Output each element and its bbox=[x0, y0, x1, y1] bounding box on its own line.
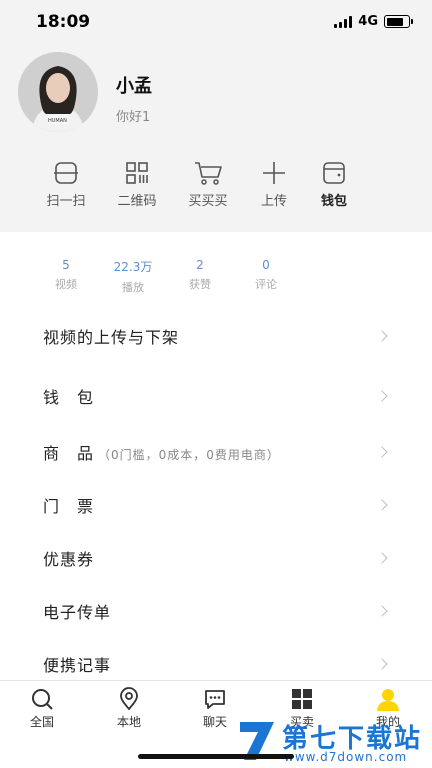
scan-icon bbox=[54, 162, 78, 184]
chevron-right-icon bbox=[376, 390, 388, 402]
quick-action-label: 买买买 bbox=[188, 194, 228, 209]
username[interactable]: 小孟 bbox=[116, 72, 152, 98]
menu-item-wallet[interactable]: 钱 包 bbox=[0, 370, 432, 422]
menu-item-tickets[interactable]: 门 票 bbox=[0, 479, 432, 531]
watermark-url: www.d7down.com bbox=[284, 750, 408, 764]
profile-header: HUMAN 小孟 你好1 扫一扫 二维码 买买买 上传 钱包 bbox=[0, 44, 432, 232]
grid-icon bbox=[292, 689, 312, 709]
menu-item-video-manage[interactable]: 视频的上传与下架 bbox=[0, 310, 432, 362]
stat-comments[interactable]: 0 评论 bbox=[226, 258, 306, 292]
status-time: 18:09 bbox=[36, 12, 91, 32]
search-icon bbox=[32, 689, 53, 710]
tab-label: 本地 bbox=[116, 715, 141, 729]
battery-icon bbox=[384, 15, 413, 28]
quick-action-scan[interactable]: 扫一扫 bbox=[31, 160, 101, 209]
signal-icon bbox=[334, 15, 353, 28]
chat-icon bbox=[205, 690, 225, 709]
svg-text:7: 7 bbox=[240, 732, 253, 753]
quick-actions: 扫一扫 二维码 买买买 上传 钱包 bbox=[0, 160, 432, 220]
chevron-right-icon bbox=[376, 330, 388, 342]
menu-item-label: 门 票 bbox=[43, 497, 95, 516]
cart-icon bbox=[195, 162, 222, 185]
stat-label: 评论 bbox=[255, 278, 277, 291]
menu-item-label: 便携记事 bbox=[43, 656, 112, 675]
home-indicator[interactable] bbox=[138, 754, 294, 759]
wallet-icon bbox=[323, 162, 345, 184]
menu-item-label: 优惠券 bbox=[43, 550, 95, 569]
chevron-right-icon bbox=[376, 658, 388, 670]
menu-item-flyers[interactable]: 电子传单 bbox=[0, 585, 432, 637]
quick-action-wallet[interactable]: 钱包 bbox=[299, 160, 369, 209]
chevron-right-icon bbox=[376, 446, 388, 458]
quick-action-qrcode[interactable]: 二维码 bbox=[102, 160, 172, 209]
chevron-right-icon bbox=[376, 552, 388, 564]
battery-level bbox=[386, 17, 404, 26]
menu-item-subtitle: （0门槛，0成本，0费用电商） bbox=[98, 448, 280, 462]
location-icon bbox=[120, 687, 138, 711]
menu-item-label: 商 品 bbox=[43, 444, 95, 463]
menu-item-label: 电子传单 bbox=[43, 603, 112, 622]
menu-item-goods[interactable]: 商 品（0门槛，0成本，0费用电商） bbox=[0, 426, 432, 478]
svg-text:HUMAN: HUMAN bbox=[48, 118, 67, 124]
stat-value: 0 bbox=[262, 258, 270, 272]
status-bar: 18:09 4G bbox=[0, 0, 432, 44]
tab-local[interactable]: 本地 bbox=[94, 687, 164, 730]
menu-item-label: 钱 包 bbox=[43, 388, 95, 407]
stats-row: 5 视频 22.3万 播放 2 获赞 0 评论 bbox=[0, 258, 432, 298]
qrcode-icon bbox=[126, 162, 148, 184]
menu-item-coupons[interactable]: 优惠券 bbox=[0, 532, 432, 584]
plus-icon bbox=[263, 162, 285, 184]
avatar-image: HUMAN bbox=[18, 52, 98, 132]
status-icons: 4G bbox=[334, 14, 413, 29]
avatar[interactable]: HUMAN bbox=[18, 52, 98, 132]
watermark: 7 第七下载站 www.d7down.com bbox=[236, 716, 432, 768]
menu-item-label-wrap: 商 品（0门槛，0成本，0费用电商） bbox=[43, 440, 280, 464]
tab-label: 全国 bbox=[29, 715, 54, 729]
quick-action-label: 钱包 bbox=[320, 194, 347, 209]
user-bio: 你好1 bbox=[116, 110, 151, 125]
quick-action-label: 扫一扫 bbox=[46, 194, 86, 209]
quick-action-cart[interactable]: 买买买 bbox=[173, 160, 243, 209]
network-type: 4G bbox=[358, 14, 378, 29]
user-icon bbox=[377, 689, 399, 711]
menu-item-label: 视频的上传与下架 bbox=[43, 328, 180, 347]
chevron-right-icon bbox=[376, 605, 388, 617]
tab-nationwide[interactable]: 全国 bbox=[7, 687, 77, 730]
quick-action-label: 二维码 bbox=[117, 194, 157, 209]
chevron-right-icon bbox=[376, 499, 388, 511]
